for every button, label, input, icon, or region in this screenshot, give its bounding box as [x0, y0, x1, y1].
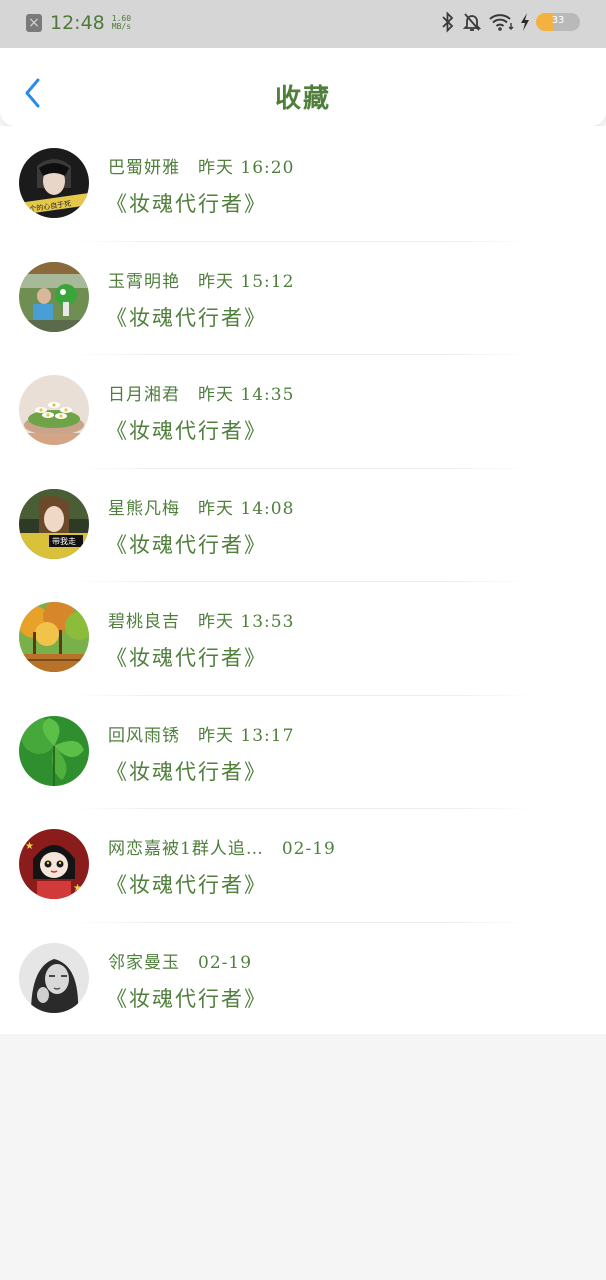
avatar[interactable]: [19, 602, 89, 672]
avatar[interactable]: [19, 942, 89, 1013]
book-title[interactable]: 《妆魂代行者》: [106, 983, 267, 1013]
network-speed: 1.60 MB/s: [112, 15, 131, 31]
avatar[interactable]: [19, 375, 89, 445]
item-meta: 碧桃良吉 昨天 13:53: [108, 607, 294, 632]
user-name: 网恋嘉被1群人追…: [108, 839, 264, 859]
item-time: 昨天 16:20: [198, 158, 295, 178]
avatar[interactable]: [19, 715, 89, 786]
book-title[interactable]: 《妆魂代行者》: [106, 869, 267, 899]
bluetooth-icon: [440, 11, 456, 33]
user-name: 巴蜀妍雅: [108, 158, 180, 178]
network-speed-unit: MB/s: [111, 22, 132, 31]
wifi-icon: [488, 11, 514, 33]
list-item[interactable]: 个的心自于死 巴蜀妍雅 昨天 16:20 《妆魂代行者》: [0, 128, 606, 242]
list-item[interactable]: ★ ★ 网恋嘉被1群人追… 02-19 《妆魂代行者》: [0, 809, 606, 923]
item-time: 昨天 15:12: [198, 271, 295, 292]
svg-text:★: ★: [25, 841, 34, 852]
page-title: 收藏: [274, 84, 331, 114]
bell-muted-icon: [462, 11, 482, 33]
book-title[interactable]: 《妆魂代行者》: [106, 529, 267, 559]
item-time: 昨天 13:53: [198, 612, 295, 632]
list-item[interactable]: 回风雨锈 昨天 13:17 《妆魂代行者》: [0, 696, 606, 810]
list-item[interactable]: 邻家曼玉 02-19 《妆魂代行者》: [0, 923, 606, 1037]
list-item[interactable]: 玉霄明艳 昨天 15:12 《妆魂代行者》: [0, 242, 606, 356]
svg-text:带我走: 带我走: [52, 536, 76, 546]
user-name: 星熊凡梅: [108, 498, 180, 519]
user-name: 玉霄明艳: [108, 271, 180, 292]
list-item[interactable]: 碧桃良吉 昨天 13:53 《妆魂代行者》: [0, 582, 606, 696]
list-item[interactable]: 日月湘君 昨天 14:35 《妆魂代行者》: [0, 355, 606, 469]
item-meta: 网恋嘉被1群人追… 02-19: [108, 834, 336, 859]
list-item[interactable]: 带我走 星熊凡梅 昨天 14:08 《妆魂代行者》: [0, 469, 606, 583]
status-right: 33: [440, 11, 580, 33]
charging-icon: [520, 12, 530, 32]
item-time: 昨天 14:35: [198, 385, 295, 405]
close-notification-icon: ×: [26, 14, 42, 32]
user-name: 邻家曼玉: [108, 952, 180, 973]
book-title[interactable]: 《妆魂代行者》: [106, 415, 267, 445]
item-time: 02-19: [198, 952, 253, 973]
item-meta: 邻家曼玉 02-19: [108, 948, 252, 973]
favorites-list: 个的心自于死 巴蜀妍雅 昨天 16:20 《妆魂代行者》 玉霄明艳 昨天 15:12: [0, 126, 606, 1036]
item-time: 02-19: [281, 839, 336, 859]
item-meta: 星熊凡梅 昨天 14:08: [108, 494, 294, 519]
battery-level: 33: [551, 15, 565, 26]
empty-area: [0, 1034, 606, 1280]
avatar[interactable]: 带我走: [19, 488, 89, 559]
book-title[interactable]: 《妆魂代行者》: [106, 302, 267, 332]
status-time: 12:48: [50, 12, 105, 34]
item-meta: 玉霄明艳 昨天 15:12: [108, 267, 294, 292]
item-time: 昨天 14:08: [198, 498, 295, 519]
item-meta: 巴蜀妍雅 昨天 16:20: [108, 153, 294, 178]
status-left: × 12:48 1.60 MB/s: [26, 12, 131, 34]
battery-icon: 33: [536, 13, 580, 31]
book-title[interactable]: 《妆魂代行者》: [106, 188, 267, 218]
item-meta: 回风雨锈 昨天 13:17: [108, 721, 294, 746]
status-bar: × 12:48 1.60 MB/s 33: [0, 0, 606, 48]
avatar[interactable]: 个的心自于死: [19, 148, 89, 218]
user-name: 碧桃良吉: [108, 612, 180, 632]
user-name: 日月湘君: [108, 385, 180, 405]
avatar[interactable]: ★ ★: [19, 829, 89, 899]
book-title[interactable]: 《妆魂代行者》: [106, 756, 267, 786]
book-title[interactable]: 《妆魂代行者》: [106, 642, 267, 672]
svg-text:★: ★: [73, 883, 82, 894]
item-time: 昨天 13:17: [198, 725, 295, 746]
item-meta: 日月湘君 昨天 14:35: [108, 380, 294, 405]
app-header: 收藏: [0, 48, 606, 126]
user-name: 回风雨锈: [108, 725, 180, 746]
avatar[interactable]: [19, 261, 89, 332]
